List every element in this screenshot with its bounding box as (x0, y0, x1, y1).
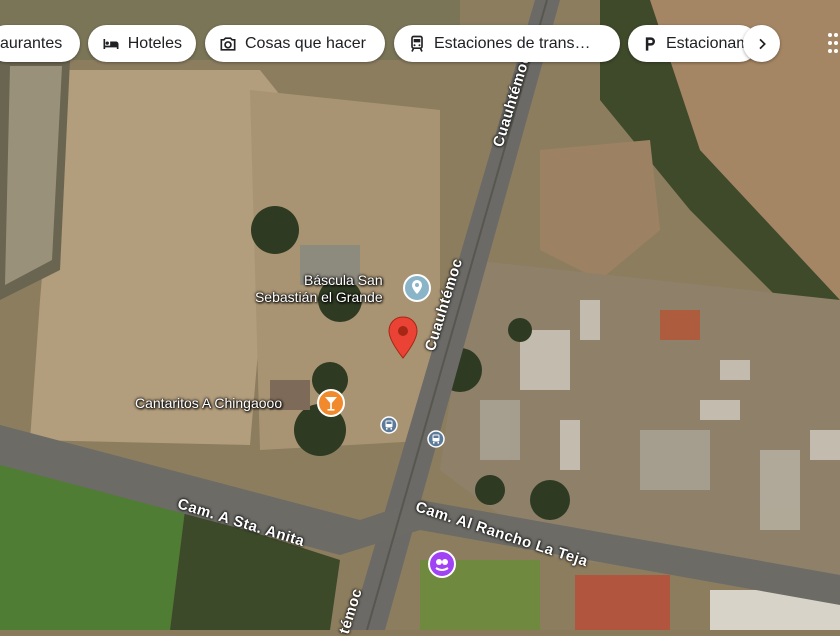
chip-restaurants-label: aurantes (0, 34, 63, 52)
purple-poi-marker[interactable] (428, 550, 456, 578)
chip-transit-stations[interactable]: Estaciones de trans… (394, 25, 620, 62)
satellite-map[interactable] (0, 0, 840, 630)
chip-transit-stations-label: Estaciones de trans… (434, 34, 591, 52)
apps-grid-icon[interactable] (826, 30, 838, 56)
chip-things-to-do[interactable]: Cosas que hacer (205, 25, 385, 62)
chip-things-to-do-label: Cosas que hacer (245, 34, 366, 52)
bus-stop-icon[interactable] (380, 416, 398, 434)
chip-hotels[interactable]: Hoteles (88, 25, 196, 62)
parking-icon (640, 33, 660, 55)
bus-stop-icon[interactable] (427, 430, 445, 448)
chip-parking-label: Estacionam (666, 34, 750, 52)
chips-scroll-next-button[interactable] (743, 25, 780, 62)
red-roof-building (575, 575, 670, 630)
chip-hotels-label: Hoteles (127, 34, 182, 52)
red-pin-icon[interactable] (388, 316, 418, 360)
dry-field-left (30, 70, 280, 445)
bar-marker[interactable] (317, 389, 345, 417)
place-label-bascula-line1: Báscula San (304, 272, 383, 288)
chip-parking[interactable]: Estacionam (628, 25, 758, 62)
train-icon (406, 33, 428, 55)
place-label-bascula[interactable]: Báscula San Sebastián el Grande (248, 272, 383, 306)
bascula-marker[interactable] (402, 273, 432, 303)
bed-icon (100, 33, 122, 55)
chevron-right-icon (758, 38, 766, 49)
category-chip-bar: aurantes Hoteles Cosas que hacer Estacio… (0, 25, 840, 62)
place-label-bascula-line2: Sebastián el Grande (254, 289, 383, 305)
place-label-cantaritos[interactable]: Cantaritos A Chingaooo (135, 395, 282, 411)
camera-icon (217, 33, 239, 55)
chip-restaurants[interactable]: aurantes (0, 25, 80, 62)
